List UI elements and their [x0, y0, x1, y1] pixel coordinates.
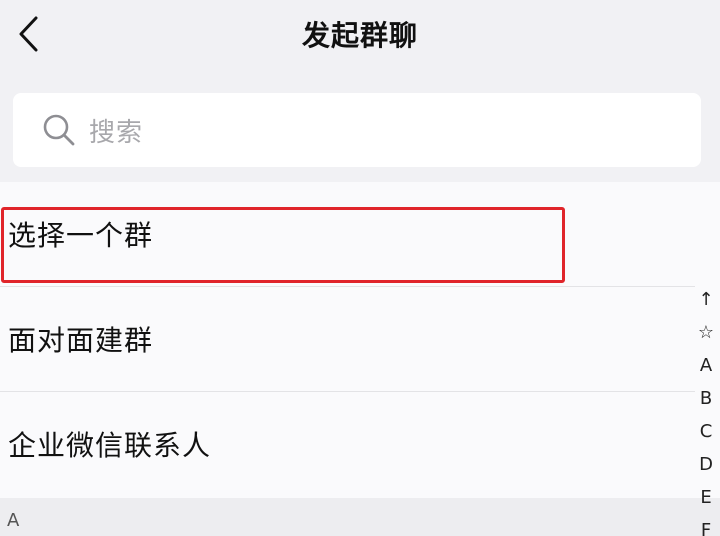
page-title: 发起群聊 — [301, 19, 418, 52]
index-item-star[interactable]: ☆ — [698, 316, 714, 349]
search-icon — [41, 112, 77, 148]
index-item-f[interactable]: F — [701, 514, 711, 536]
section-header: A — [0, 498, 720, 536]
index-item-c[interactable]: C — [700, 415, 713, 448]
option-list: 选择一个群 面对面建群 企业微信联系人 — [0, 182, 720, 498]
start-group-chat-screen: 发起群聊 搜索 选择一个群 面对面建群 企业微信联系人 A ↑ ☆ A B C … — [0, 0, 720, 536]
index-item-b[interactable]: B — [700, 382, 712, 415]
header-bar: 发起群聊 — [0, 0, 720, 72]
search-placeholder: 搜索 — [89, 117, 144, 148]
list-item-face-to-face[interactable]: 面对面建群 — [0, 287, 695, 391]
index-item-e[interactable]: E — [700, 481, 711, 514]
search-area: 搜索 — [0, 72, 720, 182]
section-letter: A — [7, 510, 20, 531]
list-item-wecom-contacts[interactable]: 企业微信联系人 — [0, 392, 695, 496]
alphabet-index-bar[interactable]: ↑ ☆ A B C D E F — [695, 283, 717, 536]
list-item-label: 企业微信联系人 — [8, 429, 212, 462]
index-item-top[interactable]: ↑ — [698, 283, 713, 316]
list-item-label: 选择一个群 — [8, 219, 154, 252]
list-item-select-group[interactable]: 选择一个群 — [0, 182, 695, 286]
search-input[interactable]: 搜索 — [13, 93, 701, 167]
index-item-d[interactable]: D — [699, 448, 713, 481]
list-item-label: 面对面建群 — [8, 324, 154, 357]
index-item-a[interactable]: A — [700, 349, 712, 382]
